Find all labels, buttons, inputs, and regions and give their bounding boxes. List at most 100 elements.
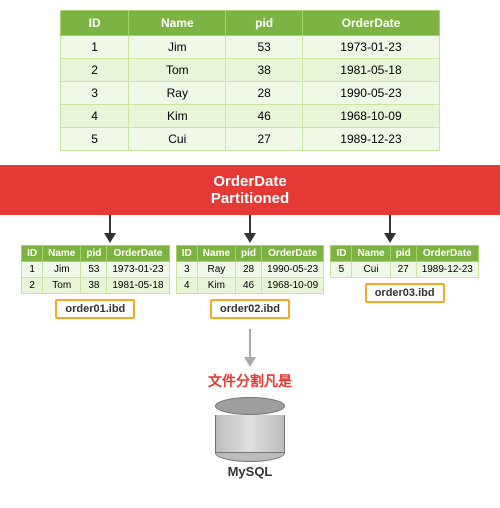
table-cell: 1990-05-23 bbox=[302, 82, 439, 105]
column-header: pid bbox=[236, 246, 262, 262]
table-row: 4Kim461968-10-09 bbox=[61, 105, 440, 128]
small-table: IDNamepidOrderDate5Cui271989-12-23 bbox=[330, 245, 478, 278]
arrow-head-gray bbox=[244, 357, 256, 367]
partition-tables-row: IDNamepidOrderDate1Jim531973-01-232Tom38… bbox=[0, 243, 500, 319]
file-label: order02.ibd bbox=[210, 299, 290, 319]
partition-table-3: IDNamepidOrderDate5Cui271989-12-23order0… bbox=[330, 245, 478, 319]
column-header: ID bbox=[22, 246, 43, 262]
small-table: IDNamepidOrderDate1Jim531973-01-232Tom38… bbox=[21, 245, 169, 294]
table-cell: 1990-05-23 bbox=[262, 262, 324, 278]
column-header: OrderDate bbox=[416, 246, 478, 262]
column-header: Name bbox=[43, 246, 81, 262]
table-cell: 46 bbox=[226, 105, 303, 128]
center-arrow bbox=[244, 329, 256, 367]
banner-line1: OrderDate bbox=[213, 173, 286, 190]
column-header: Name bbox=[197, 246, 235, 262]
table-cell: 1981-05-18 bbox=[107, 278, 169, 294]
table-cell: Cui bbox=[352, 262, 390, 278]
mysql-label: MySQL bbox=[228, 464, 273, 479]
partition-table-1: IDNamepidOrderDate1Jim531973-01-232Tom38… bbox=[21, 245, 169, 319]
arrow-line bbox=[249, 215, 251, 233]
table-cell: 46 bbox=[236, 278, 262, 294]
column-header: ID bbox=[331, 246, 352, 262]
arrow-center bbox=[244, 215, 256, 243]
column-header: OrderDate bbox=[262, 246, 324, 262]
arrow-head bbox=[104, 233, 116, 243]
table-cell: 28 bbox=[226, 82, 303, 105]
table-cell: Ray bbox=[197, 262, 235, 278]
cylinder-top bbox=[215, 397, 285, 415]
table-row: 1Jim531973-01-23 bbox=[22, 262, 169, 278]
table-cell: 1 bbox=[22, 262, 43, 278]
partition-banner: OrderDate Partitioned bbox=[0, 165, 500, 215]
partition-table-2: IDNamepidOrderDate3Ray281990-05-234Kim46… bbox=[176, 245, 324, 319]
table-cell: 53 bbox=[81, 262, 107, 278]
table-cell: 28 bbox=[236, 262, 262, 278]
cylinder-shape bbox=[215, 397, 285, 462]
table-row: 5Cui271989-12-23 bbox=[331, 262, 478, 278]
bottom-section: 文件分割凡是 MySQL bbox=[0, 329, 500, 479]
table-cell: 1989-12-23 bbox=[302, 128, 439, 151]
table-row: 5Cui271989-12-23 bbox=[61, 128, 440, 151]
column-header: pid bbox=[226, 11, 303, 36]
table-cell: 38 bbox=[81, 278, 107, 294]
arrow-line bbox=[389, 215, 391, 233]
table-header-row: IDNamepidOrderDate bbox=[176, 246, 323, 262]
table-header-row: IDNamepidOrderDate bbox=[22, 246, 169, 262]
column-header: OrderDate bbox=[302, 11, 439, 36]
table-cell: 1 bbox=[61, 36, 129, 59]
table-cell: 1968-10-09 bbox=[302, 105, 439, 128]
table-cell: 5 bbox=[331, 262, 352, 278]
column-header: pid bbox=[81, 246, 107, 262]
table-cell: Kim bbox=[129, 105, 226, 128]
table-cell: 1981-05-18 bbox=[302, 59, 439, 82]
column-header: OrderDate bbox=[107, 246, 169, 262]
file-label: order01.ibd bbox=[55, 299, 135, 319]
table-cell: 53 bbox=[226, 36, 303, 59]
table-cell: 2 bbox=[61, 59, 129, 82]
table-cell: Kim bbox=[197, 278, 235, 294]
table-cell: 27 bbox=[390, 262, 416, 278]
table-row: 3Ray281990-05-23 bbox=[176, 262, 323, 278]
column-header: pid bbox=[390, 246, 416, 262]
table-cell: Jim bbox=[129, 36, 226, 59]
small-table: IDNamepidOrderDate3Ray281990-05-234Kim46… bbox=[176, 245, 324, 294]
table-cell: 2 bbox=[22, 278, 43, 294]
banner-line2: Partitioned bbox=[211, 190, 289, 207]
table-row: 1Jim531973-01-23 bbox=[61, 36, 440, 59]
arrow-head bbox=[384, 233, 396, 243]
table-row: 2Tom381981-05-18 bbox=[61, 59, 440, 82]
table-cell: Ray bbox=[129, 82, 226, 105]
table-cell: 1968-10-09 bbox=[262, 278, 324, 294]
arrow-head bbox=[244, 233, 256, 243]
file-label: order03.ibd bbox=[365, 283, 445, 303]
arrow-right bbox=[384, 215, 396, 243]
cylinder-body bbox=[215, 415, 285, 453]
table-cell: 1973-01-23 bbox=[302, 36, 439, 59]
arrow-line bbox=[109, 215, 111, 233]
table-cell: 3 bbox=[176, 262, 197, 278]
table-cell: 4 bbox=[61, 105, 129, 128]
arrows-from-banner bbox=[0, 215, 500, 243]
arrow-left bbox=[104, 215, 116, 243]
column-header: Name bbox=[129, 11, 226, 36]
table-cell: 5 bbox=[61, 128, 129, 151]
table-cell: Jim bbox=[43, 262, 81, 278]
arrow-line-long bbox=[249, 329, 251, 357]
table-cell: 38 bbox=[226, 59, 303, 82]
table-cell: Tom bbox=[129, 59, 226, 82]
top-table-section: IDNamepidOrderDate 1Jim531973-01-232Tom3… bbox=[0, 0, 500, 151]
column-header: ID bbox=[176, 246, 197, 262]
mysql-cylinder: MySQL bbox=[215, 397, 285, 479]
main-table: IDNamepidOrderDate 1Jim531973-01-232Tom3… bbox=[60, 10, 440, 151]
table-cell: 3 bbox=[61, 82, 129, 105]
table-cell: 1973-01-23 bbox=[107, 262, 169, 278]
table-header-row: IDNamepidOrderDate bbox=[331, 246, 478, 262]
table-cell: 27 bbox=[226, 128, 303, 151]
table-cell: Tom bbox=[43, 278, 81, 294]
table-row: 2Tom381981-05-18 bbox=[22, 278, 169, 294]
table-cell: 1989-12-23 bbox=[416, 262, 478, 278]
column-header: Name bbox=[352, 246, 390, 262]
table-cell: Cui bbox=[129, 128, 226, 151]
column-header: ID bbox=[61, 11, 129, 36]
